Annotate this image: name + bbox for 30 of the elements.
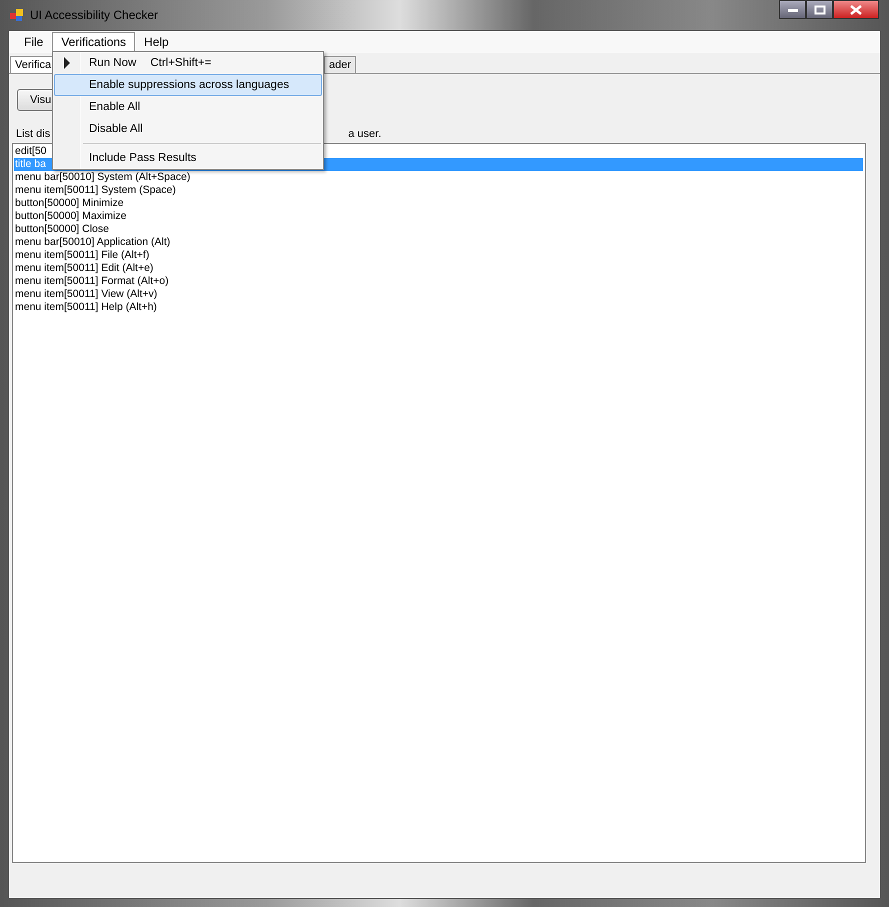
description-text: List dis — [16, 128, 50, 140]
menu-entry[interactable]: Disable All — [54, 118, 322, 140]
app-icon — [10, 8, 24, 22]
minimize-button[interactable] — [779, 0, 806, 19]
menu-item[interactable]: File — [15, 32, 52, 52]
maximize-button[interactable] — [806, 0, 833, 19]
close-button[interactable] — [833, 0, 879, 19]
tab[interactable]: ader — [324, 56, 356, 73]
menu-item[interactable]: Verifications — [52, 32, 136, 52]
results-list[interactable] — [12, 143, 866, 863]
description-text: a user. — [348, 128, 382, 140]
list-item[interactable]: menu bar[50010] System (Alt+Space) — [14, 171, 190, 184]
list-item[interactable]: edit[50 — [14, 145, 47, 158]
window-title: UI Accessibility Checker — [30, 8, 158, 22]
menu-entry[interactable]: Enable All — [54, 96, 322, 118]
minimize-icon — [786, 6, 798, 12]
menu-item[interactable]: Help — [135, 32, 178, 52]
maximize-icon — [814, 4, 826, 14]
list-item[interactable]: menu item[50011] Help (Alt+h) — [14, 301, 157, 314]
list-item[interactable]: button[50000] Minimize — [14, 197, 124, 210]
list-item[interactable]: button[50000] Close — [14, 223, 109, 236]
list-item[interactable]: menu item[50011] File (Alt+f) — [14, 249, 150, 262]
close-icon — [849, 4, 863, 14]
list-item[interactable]: menu item[50011] System (Space) — [14, 184, 176, 197]
list-item[interactable]: menu item[50011] View (Alt+v) — [14, 288, 158, 301]
list-item[interactable]: button[50000] Maximize — [14, 210, 126, 223]
list-item[interactable]: menu item[50011] Edit (Alt+e) — [14, 262, 154, 275]
list-item[interactable]: menu bar[50010] Application (Alt) — [14, 236, 170, 249]
list-item[interactable]: menu item[50011] Format (Alt+o) — [14, 275, 169, 288]
menu-entry[interactable]: Enable suppressions across languages — [54, 74, 322, 96]
